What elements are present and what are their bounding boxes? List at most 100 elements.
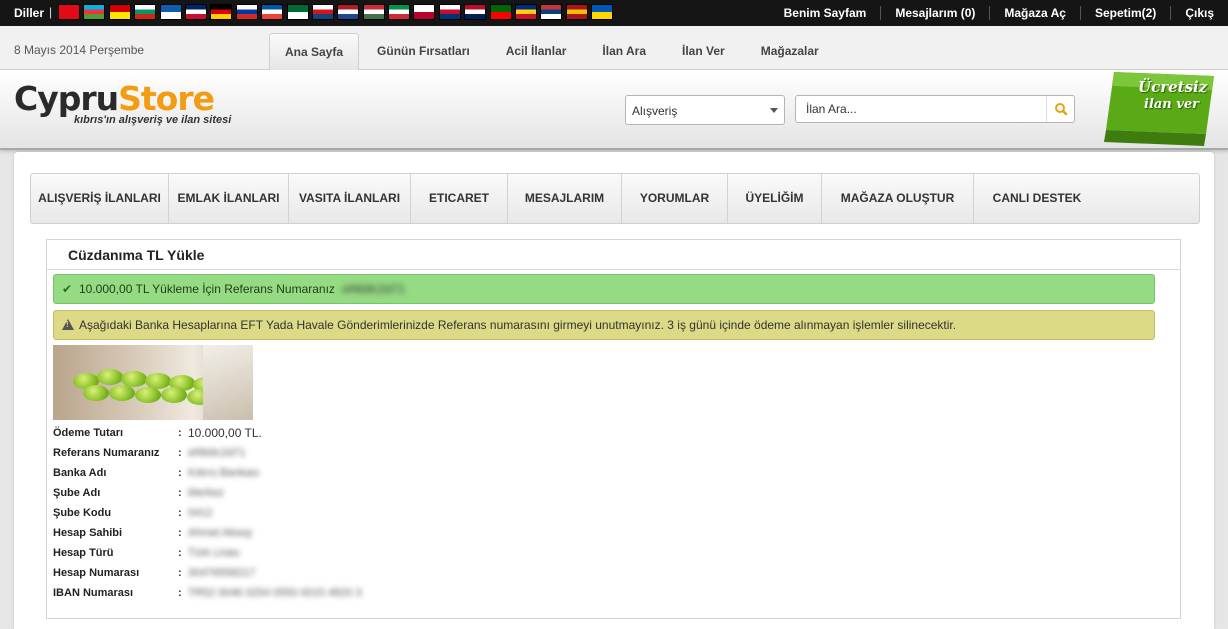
romania-flag-icon[interactable] — [515, 4, 538, 20]
detail-colon: : — [178, 487, 182, 499]
italy-flag-icon[interactable] — [388, 4, 411, 20]
azerbaijan-flag-icon[interactable] — [83, 4, 106, 20]
detail-label: IBAN Numarası — [53, 587, 134, 599]
success-text: 10.000,00 TL Yükleme İçin Referans Numar… — [79, 282, 335, 296]
uk-flag-icon[interactable] — [184, 4, 207, 20]
detail-label: Hesap Türü — [53, 547, 114, 559]
detail-value: Kıbrıs Bankası — [188, 467, 260, 479]
russia-flag-icon[interactable] — [235, 4, 258, 20]
detail-colon: : — [178, 567, 182, 579]
tab-ana-sayfa[interactable]: Ana Sayfa — [269, 33, 360, 70]
menu-canli-destek[interactable]: CANLI DESTEK — [974, 174, 1100, 223]
detail-value: TR52 0046 0254 0550 0015 4820 3 — [188, 587, 362, 599]
detail-colon: : — [178, 467, 182, 479]
top-link-sepetim[interactable]: Sepetim(2) — [1079, 6, 1170, 20]
sub-bar: 8 Mayıs 2014 Perşembe Ana Sayfa Günün Fır… — [0, 26, 1228, 70]
germany-flag-icon[interactable] — [210, 4, 233, 20]
detail-banka-adi: Banka Adı: Kıbrıs Bankası — [53, 463, 362, 483]
detail-label: Hesap Sahibi — [53, 527, 123, 539]
warning-alert: Aşağıdaki Banka Hesaplarına EFT Yada Hav… — [53, 310, 1155, 340]
detail-value: 0412 — [188, 507, 213, 519]
detail-colon: : — [178, 507, 182, 519]
menu-uyeligim[interactable]: ÜYELİĞİM — [728, 174, 822, 223]
top-link-cikis[interactable]: Çıkış — [1170, 6, 1228, 20]
detail-hesap-turu: Hesap Türü: Türk Lirası — [53, 543, 362, 563]
warning-text: Aşağıdaki Banka Hesaplarına EFT Yada Hav… — [79, 318, 957, 332]
chevron-down-icon — [770, 108, 778, 113]
category-select-value: Alışveriş — [632, 104, 678, 118]
detail-colon: : — [178, 447, 182, 459]
detail-referans-numarasi: Referans Numaranız: ef4b9c2d71 — [53, 443, 362, 463]
search-box — [795, 95, 1075, 123]
success-alert: ✔ 10.000,00 TL Yükleme İçin Referans Num… — [53, 274, 1155, 304]
greece-flag-icon[interactable] — [159, 4, 182, 20]
top-link-magaza-ac[interactable]: Mağaza Aç — [989, 6, 1080, 20]
hungary-flag-icon[interactable] — [362, 4, 385, 20]
site-logo[interactable]: CypruStore kıbrıs'ın alışveriş ve ilan s… — [14, 79, 231, 127]
detail-odeme-tutari: Ödeme Tutarı:10.000,00 TL. — [53, 423, 362, 443]
detail-colon: : — [178, 547, 182, 559]
reference-number: ef4b9c2d71 — [342, 282, 405, 296]
warning-icon — [62, 319, 74, 330]
spain-flag-icon[interactable] — [565, 4, 588, 20]
tab-ilan-ara[interactable]: İlan Ara — [584, 33, 664, 70]
detail-sube-kodu: Şube Kodu:0412 — [53, 503, 362, 523]
japan-flag-icon[interactable] — [413, 4, 436, 20]
detail-label: Hesap Numarası — [53, 567, 140, 579]
detail-value: 10.000,00 TL. — [188, 426, 262, 440]
korea-flag-icon[interactable] — [438, 4, 461, 20]
menu-eticaret[interactable]: ETICARET — [411, 174, 508, 223]
czech-flag-icon[interactable] — [311, 4, 334, 20]
detail-sube-adi: Şube Adı: Merkez — [53, 483, 362, 503]
menu-emlak-ilanlari[interactable]: EMLAK İLANLARI — [169, 174, 289, 223]
menu-vasita-ilanlari[interactable]: VASITA İLANLARI — [289, 174, 411, 223]
category-select[interactable]: Alışveriş — [625, 95, 785, 125]
detail-iban-numarasi: IBAN Numarası: TR52 0046 0254 0550 0015 4… — [53, 583, 362, 603]
search-input[interactable] — [796, 96, 1036, 122]
detail-colon: : — [178, 587, 182, 599]
detail-hesap-sahibi: Hesap Sahibi: Ahmet Aksoy — [53, 523, 362, 543]
menu-mesajlarim[interactable]: MESAJLARIM — [508, 174, 622, 223]
bulgaria-flag-icon[interactable] — [134, 4, 157, 20]
detail-value: Merkez — [188, 487, 225, 499]
norway-flag-icon[interactable] — [464, 4, 487, 20]
menu-alisveris-ilanlari[interactable]: ALIŞVERİŞ İLANLARI — [31, 174, 169, 223]
detail-label: Banka Adı — [53, 467, 107, 479]
bank-details: Ödeme Tutarı:10.000,00 TL. Referans Numar… — [53, 423, 362, 603]
top-link-benim-sayfam[interactable]: Benim Sayfam — [770, 6, 881, 20]
ukraine-flag-icon[interactable] — [591, 4, 614, 20]
search-button[interactable] — [1046, 96, 1074, 122]
detail-value: Türk Lirası — [188, 547, 240, 559]
tab-magazalar[interactable]: Mağazalar — [743, 33, 837, 70]
badge-text-post: ilan ver — [1144, 97, 1199, 112]
france-flag-icon[interactable] — [261, 4, 284, 20]
portugal-flag-icon[interactable] — [489, 4, 512, 20]
logo-text-store: Store — [118, 79, 215, 118]
user-nav: Benim Sayfam Mesajlarım (0) Mağaza Aç Sepet… — [770, 0, 1228, 26]
tab-ilan-ver[interactable]: İlan Ver — [664, 33, 743, 70]
languages-separator: | — [49, 5, 53, 19]
language-flags — [58, 4, 617, 22]
site-header: CypruStore kıbrıs'ın alışveriş ve ilan s… — [0, 70, 1228, 150]
serbia-flag-icon[interactable] — [540, 4, 563, 20]
logo-tagline: kıbrıs'ın alışveriş ve ilan sitesi — [74, 114, 232, 126]
detail-colon: : — [178, 427, 182, 439]
free-listing-badge[interactable]: Ücretsiz ilan ver — [1100, 70, 1218, 148]
detail-value: 30476558217 — [188, 567, 256, 579]
main-tabs: Ana Sayfa Günün Fırsatları Acil İlanlar İla… — [269, 33, 837, 70]
logo-text-cypru: Cypru — [14, 79, 119, 118]
tab-gunun-firsatlari[interactable]: Günün Fırsatları — [359, 33, 488, 70]
netherlands-flag-icon[interactable] — [337, 4, 360, 20]
turkish-flag-icon[interactable] — [58, 4, 80, 20]
macedonia-flag-icon[interactable] — [108, 4, 131, 20]
arabic-flag-icon[interactable] — [286, 4, 309, 20]
tab-acil-ilanlar[interactable]: Acil İlanlar — [488, 33, 585, 70]
top-link-mesajlarim[interactable]: Mesajlarım (0) — [880, 6, 989, 20]
main-content: ALIŞVERİŞ İLANLARI EMLAK İLANLARI VASITA İ… — [14, 152, 1214, 629]
panel-title: Cüzdanıma TL Yükle — [47, 240, 1180, 270]
menu-yorumlar[interactable]: YORUMLAR — [622, 174, 728, 223]
current-date: 8 Mayıs 2014 Perşembe — [14, 43, 145, 57]
wallet-panel: Cüzdanıma TL Yükle ✔ 10.000,00 TL Yüklem… — [46, 239, 1181, 619]
menu-magaza-olustur[interactable]: MAĞAZA OLUŞTUR — [822, 174, 974, 223]
detail-value: Ahmet Aksoy — [188, 527, 253, 539]
